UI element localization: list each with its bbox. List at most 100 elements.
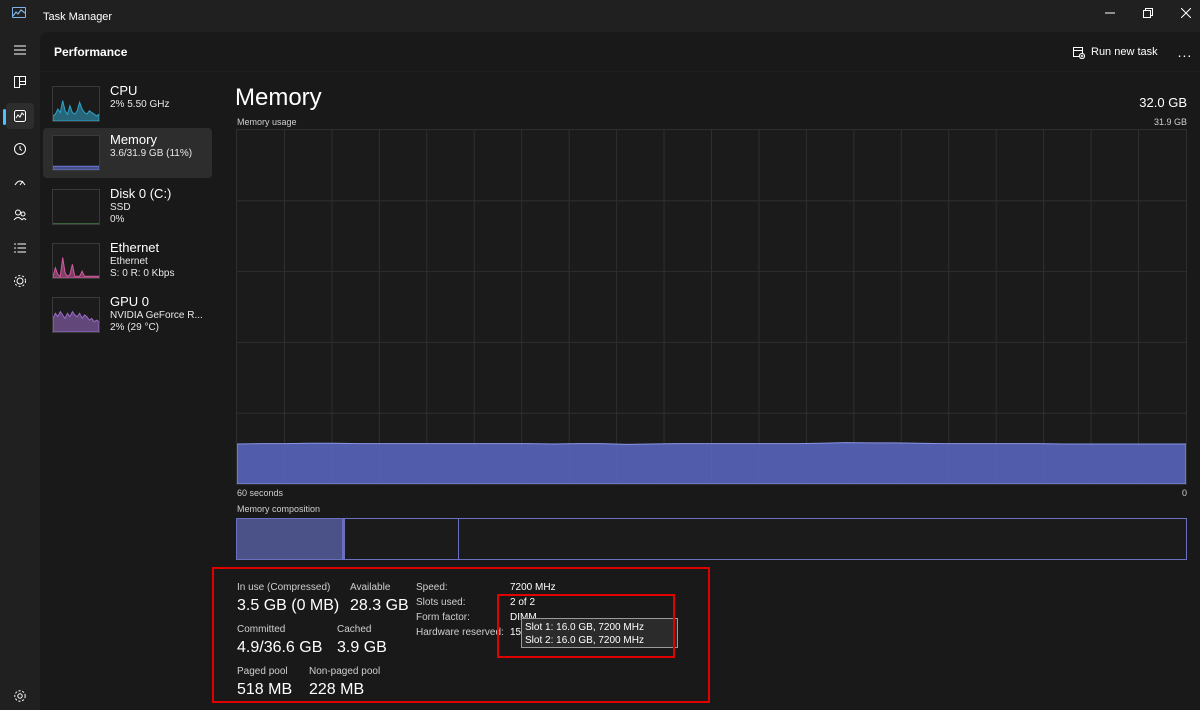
memory-usage-max: 31.9 GB [1153, 117, 1187, 127]
in-use-value: 3.5 GB (0 MB) [237, 597, 340, 614]
speed-value: 7200 MHz [510, 582, 556, 593]
thumbnail-usage-area [53, 310, 99, 332]
cached-value: 3.9 GB [337, 639, 387, 656]
task-manager-app-icon [12, 7, 26, 18]
memory-usage-chart [236, 130, 1187, 485]
users-icon [13, 209, 27, 221]
device-detail-line-1: Ethernet [110, 256, 148, 267]
device-name: CPU [110, 83, 138, 98]
device-cpu[interactable]: CPU 2% 5.50 GHz [43, 79, 212, 129]
more-options-button[interactable]: ... [1173, 42, 1197, 62]
device-detail-line-2: S: 0 R: 0 Kbps [110, 268, 175, 279]
header-row: Performance Run new task ... [40, 32, 1200, 72]
page-title: Performance [54, 45, 128, 59]
device-detail-line-1: NVIDIA GeForce R... [110, 310, 203, 321]
memory-title: Memory [235, 84, 322, 111]
hardware-reserved-value: 15 [510, 627, 522, 638]
nav-services[interactable] [6, 268, 34, 294]
details-icon [14, 243, 26, 253]
device-detail-line-1: SSD [110, 202, 131, 213]
device-memory[interactable]: Memory 3.6/31.9 GB (11%) [43, 128, 212, 178]
thumbnail-chart [53, 257, 99, 278]
cached-label: Cached [337, 624, 372, 635]
device-thumbnail-graph [52, 243, 100, 279]
title-bar: Task Manager [0, 0, 1200, 32]
composition-in-use[interactable] [237, 519, 343, 559]
nav-processes[interactable] [6, 69, 34, 95]
device-name: Ethernet [110, 240, 160, 255]
device-detail-line-1: 3.6/31.9 GB (11%) [110, 148, 193, 159]
thumbnail-usage-area [53, 257, 99, 278]
non-paged-pool-value: 228 MB [309, 681, 365, 698]
nav-performance[interactable] [6, 103, 34, 129]
thumbnail-chart [53, 223, 99, 224]
paged-pool-value: 518 MB [237, 681, 293, 698]
device-detail-line-2: 2% (29 °C) [110, 322, 160, 333]
run-new-task-label: Run new task [1091, 46, 1158, 58]
app-history-icon [14, 143, 26, 155]
slots-used-value[interactable]: 2 of 2 [510, 597, 535, 608]
non-paged-pool-label: Non-paged pool [309, 666, 381, 677]
device-ethernet[interactable]: Ethernet Ethernet S: 0 R: 0 Kbps [43, 236, 212, 286]
processes-icon [14, 76, 26, 88]
memory-usage-area [236, 442, 1187, 485]
graph-axis-zero: 0 [1181, 488, 1187, 498]
device-disk-0-c[interactable]: Disk 0 (C:) SSD 0% [43, 182, 212, 232]
thumbnail-chart [53, 165, 99, 170]
graph-time-span: 60 seconds [237, 488, 284, 498]
memory-usage-graph [236, 129, 1187, 485]
composition-standby[interactable] [345, 519, 459, 559]
nav-app-history[interactable] [6, 136, 34, 162]
services-icon [14, 275, 26, 287]
thumbnail-usage-area [53, 100, 99, 121]
restore-icon [1143, 8, 1153, 18]
nav-users[interactable] [6, 202, 34, 228]
committed-label: Committed [237, 624, 286, 635]
thumbnail-chart [53, 310, 99, 332]
menu-toggle-button[interactable] [6, 37, 34, 63]
main-panel: Performance Run new task ... CPU 2% 5.50 … [40, 32, 1200, 710]
navigation-rail [0, 32, 40, 710]
device-thumbnail-graph [52, 135, 100, 171]
hamburger-icon [14, 45, 26, 55]
device-detail-line-1: 2% 5.50 GHz [110, 99, 170, 110]
slots-used-label: Slots used: [416, 597, 466, 608]
nav-startup-apps[interactable] [6, 169, 34, 195]
paged-pool-label: Paged pool [237, 666, 288, 677]
available-value: 28.3 GB [350, 597, 409, 614]
run-new-task-button[interactable]: Run new task [1072, 42, 1158, 62]
thumbnail-usage-area [53, 165, 99, 170]
close-button[interactable] [1163, 0, 1200, 26]
tooltip-slot-1: Slot 1: 16.0 GB, 7200 MHz [525, 622, 644, 633]
form-factor-label: Form factor: [416, 612, 470, 623]
window-title: Task Manager [43, 11, 113, 23]
slots-tooltip: Slot 1: 16.0 GB, 7200 MHz Slot 2: 16.0 G… [521, 618, 678, 648]
performance-icon [14, 110, 26, 122]
memory-total: 32.0 GB [1139, 95, 1187, 110]
device-name: Disk 0 (C:) [110, 186, 172, 201]
thumbnail-chart [53, 100, 99, 121]
tooltip-slot-2: Slot 2: 16.0 GB, 7200 MHz [525, 635, 644, 646]
device-detail-line-2: 0% [110, 214, 125, 225]
device-thumbnail-graph [52, 189, 100, 225]
device-gpu-0[interactable]: GPU 0 NVIDIA GeForce R... 2% (29 °C) [43, 290, 212, 340]
minimize-icon [1105, 12, 1115, 14]
memory-usage-label: Memory usage [237, 117, 297, 127]
settings-icon [14, 690, 26, 702]
in-use-label: In use (Compressed) [237, 582, 331, 593]
memory-composition-bar[interactable] [236, 518, 1187, 560]
run-new-task-icon [1073, 46, 1085, 59]
committed-value: 4.9/36.6 GB [237, 639, 323, 656]
device-name: GPU 0 [110, 294, 150, 309]
memory-composition-label: Memory composition [237, 504, 321, 514]
device-thumbnail-graph [52, 297, 100, 333]
available-label: Available [350, 582, 391, 593]
nav-settings[interactable] [6, 683, 34, 709]
nav-details[interactable] [6, 235, 34, 261]
device-name: Memory [110, 132, 157, 147]
speed-label: Speed: [416, 582, 448, 593]
startup-apps-icon [14, 180, 26, 186]
device-thumbnail-graph [52, 86, 100, 122]
hardware-reserved-label: Hardware reserved: [416, 627, 504, 638]
close-icon [1181, 8, 1191, 18]
